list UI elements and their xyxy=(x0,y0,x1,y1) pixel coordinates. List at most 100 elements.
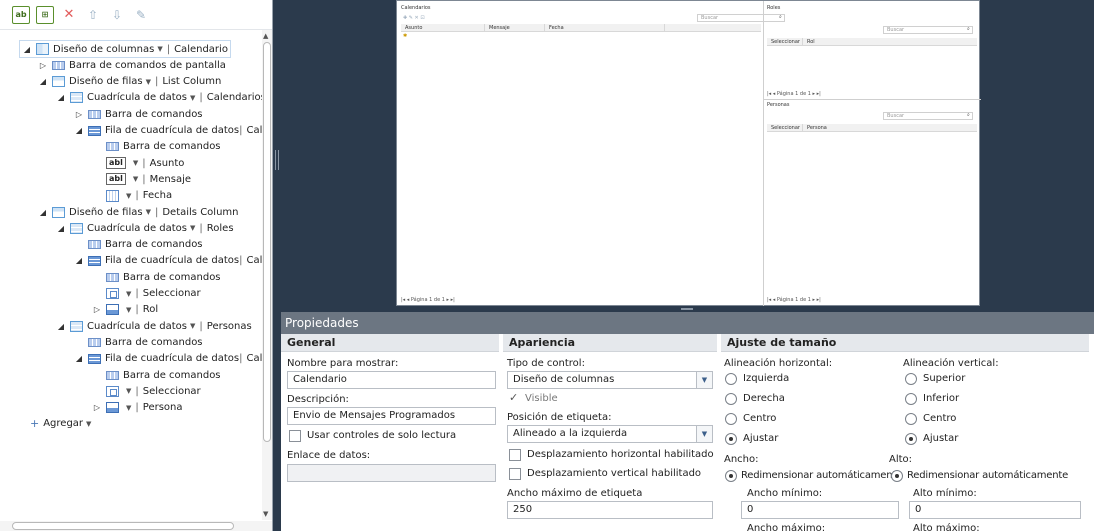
chevron-down-icon[interactable]: ▼ xyxy=(126,306,131,314)
add-group-icon[interactable]: ⊞ xyxy=(36,5,54,24)
chevron-down-icon[interactable]: ▼ xyxy=(696,426,712,442)
valign-bottom-radio[interactable] xyxy=(905,393,917,405)
scrollbar-thumb[interactable] xyxy=(263,42,271,442)
tree-node[interactable]: ▼ | Fecha xyxy=(92,188,172,204)
chevron-down-icon[interactable]: ▼ xyxy=(157,45,162,53)
expand-icon[interactable]: ▷ xyxy=(38,61,48,70)
tree-node[interactable]: ◢ Cuadrícula de datos ▼ | Roles xyxy=(56,220,234,236)
screen-preview[interactable]: Calendarios ✚ ✎ ✕ ⊡ Buscar ⌕ Asunto Mens… xyxy=(396,0,981,307)
tree-node[interactable]: Barra de comandos xyxy=(74,237,203,253)
max-width-label: Ancho máximo: xyxy=(747,523,826,531)
chevron-down-icon[interactable]: ▼ xyxy=(146,208,151,216)
halign-right-radio[interactable] xyxy=(725,393,737,405)
valign-stretch-radio[interactable] xyxy=(905,433,917,445)
tree-node[interactable]: Barra de comandos xyxy=(92,367,221,383)
chevron-down-icon[interactable]: ▼ xyxy=(133,175,138,183)
chevron-down-icon[interactable]: ▼ xyxy=(86,420,91,428)
min-height-field[interactable]: 0 xyxy=(909,501,1081,519)
tree-node[interactable]: ◢ Fila de cuadrícula de datos|Calendario xyxy=(74,123,262,139)
preview-search-input: Buscar xyxy=(883,112,973,120)
tree-node[interactable]: ▼ | Seleccionar xyxy=(92,383,201,399)
chevron-down-icon[interactable]: ▼ xyxy=(126,387,131,395)
move-up-icon[interactable]: ⇧ xyxy=(84,6,102,24)
splitter-grip[interactable] xyxy=(681,308,693,310)
tree-node-tag: Fecha xyxy=(142,190,173,202)
add-content-icon[interactable]: ab xyxy=(12,5,30,24)
tree-node[interactable]: Barra de comandos xyxy=(92,139,221,155)
valign-top-radio[interactable] xyxy=(905,373,917,385)
tree-node[interactable]: ▷ Barra de comandos xyxy=(74,106,203,122)
left-splitter-grip[interactable] xyxy=(275,150,279,170)
control-type-select[interactable]: Diseño de columnas ▼ xyxy=(507,371,713,389)
chevron-down-icon[interactable]: ▼ xyxy=(133,159,138,167)
tree-node[interactable]: ◢ Diseño de filas ▼ | List Column xyxy=(38,74,221,90)
tree-node[interactable]: Barra de comandos xyxy=(92,269,221,285)
chevron-down-icon[interactable]: ▼ xyxy=(126,404,131,412)
tree-node[interactable]: ◢ Diseño de filas ▼ | Details Column xyxy=(38,204,239,220)
separator: | xyxy=(199,320,203,332)
readonly-checkbox[interactable] xyxy=(289,430,301,442)
tree-node-tag: Asunto xyxy=(149,157,185,169)
height-auto-radio[interactable] xyxy=(891,470,903,482)
tree-vertical-scrollbar[interactable]: ▲ ▼ xyxy=(262,30,272,520)
add-button[interactable]: + Agregar ▼ xyxy=(30,416,95,432)
collapse-icon[interactable]: ◢ xyxy=(56,322,66,331)
hscroll-checkbox[interactable] xyxy=(509,449,521,461)
valign-center-radio[interactable] xyxy=(905,413,917,425)
properties-title: Propiedades xyxy=(281,312,1094,334)
expand-icon[interactable]: ▷ xyxy=(92,305,102,314)
tree-node[interactable]: ▼ | Seleccionar xyxy=(92,286,201,302)
scroll-down-icon[interactable]: ▼ xyxy=(263,510,268,518)
max-label-width-field[interactable]: 250 xyxy=(507,501,713,519)
tree-node[interactable]: abl ▼ | Mensaje xyxy=(92,171,191,187)
chevron-down-icon[interactable]: ▼ xyxy=(190,224,195,232)
chevron-down-icon[interactable]: ▼ xyxy=(146,78,151,86)
collapse-icon[interactable]: ◢ xyxy=(56,224,66,233)
tree-node[interactable]: ◢ Fila de cuadrícula de datos|Calendario xyxy=(74,253,262,269)
halign-center-radio[interactable] xyxy=(725,413,737,425)
chevron-down-icon[interactable]: ▼ xyxy=(696,372,712,388)
preview-pager: |◂ ◂ Página 1 de 1 ▸ ▸| xyxy=(767,91,821,97)
reference-icon xyxy=(106,304,119,316)
tree-node[interactable]: ◢ Diseño de columnas ▼ | Calendario xyxy=(19,40,231,58)
collapse-icon[interactable]: ◢ xyxy=(38,208,48,217)
tree-node[interactable]: Barra de comandos xyxy=(74,334,203,350)
chevron-down-icon[interactable]: ▼ xyxy=(190,94,195,102)
scroll-up-icon[interactable]: ▲ xyxy=(263,32,268,40)
label-position-select[interactable]: Alineado a la izquierda ▼ xyxy=(507,425,713,443)
expand-icon[interactable]: ▷ xyxy=(74,110,84,119)
halign-stretch-radio[interactable] xyxy=(725,433,737,445)
expand-icon[interactable]: ▷ xyxy=(92,403,102,412)
delete-icon[interactable]: ✕ xyxy=(60,6,78,24)
scrollbar-thumb[interactable] xyxy=(12,522,234,530)
collapse-icon[interactable]: ◢ xyxy=(56,93,66,102)
collapse-icon[interactable]: ◢ xyxy=(74,126,84,135)
description-field[interactable]: Envio de Mensajes Programados xyxy=(287,407,496,425)
halign-left-radio[interactable] xyxy=(725,373,737,385)
min-width-field[interactable]: 0 xyxy=(741,501,899,519)
tree-horizontal-scrollbar[interactable] xyxy=(0,521,272,531)
vscroll-checkbox[interactable] xyxy=(509,468,521,480)
selector-icon xyxy=(106,288,119,299)
chevron-down-icon[interactable]: ▼ xyxy=(126,192,131,200)
collapse-icon[interactable]: ◢ xyxy=(74,354,84,363)
collapse-icon[interactable]: ◢ xyxy=(38,77,48,86)
tree-node[interactable]: ▷ Barra de comandos de pantalla xyxy=(38,57,226,73)
chevron-down-icon[interactable]: ▼ xyxy=(126,290,131,298)
tree-node[interactable]: ◢ Cuadrícula de datos ▼ | Calendarios xyxy=(56,90,262,106)
separator: | xyxy=(142,173,146,185)
tree-node[interactable]: ◢ Cuadrícula de datos ▼ | Personas xyxy=(56,318,252,334)
separator: | xyxy=(199,92,203,104)
tree-node[interactable]: ◢ Fila de cuadrícula de datos|Calendario xyxy=(74,351,262,367)
collapse-icon[interactable]: ◢ xyxy=(22,45,32,54)
move-down-icon[interactable]: ⇩ xyxy=(108,6,126,24)
width-auto-radio[interactable] xyxy=(725,470,737,482)
display-name-field[interactable]: Calendario xyxy=(287,371,496,389)
tree-node[interactable]: ▷ ▼ | Rol xyxy=(92,302,158,318)
tree-node[interactable]: abl ▼ | Asunto xyxy=(92,155,184,171)
collapse-icon[interactable]: ◢ xyxy=(74,256,84,265)
tree-node-tag: Persona xyxy=(142,402,183,414)
edit-icon[interactable]: ✎ xyxy=(132,6,150,24)
chevron-down-icon[interactable]: ▼ xyxy=(190,322,195,330)
tree-node[interactable]: ▷ ▼ | Persona xyxy=(92,400,183,416)
